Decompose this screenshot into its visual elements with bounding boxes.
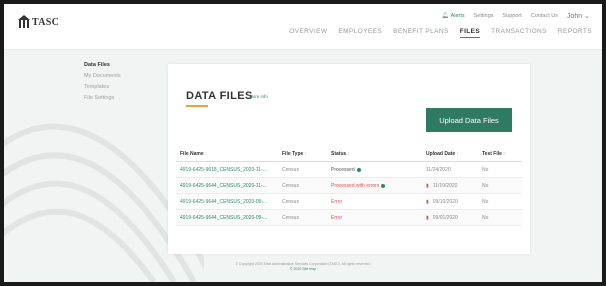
warning-icon: ▮	[426, 215, 429, 221]
site-map-link[interactable]: © 2020 Site map	[4, 267, 602, 272]
status-cell[interactable]: Error	[331, 194, 342, 210]
upload-date-value: 11/10/2020	[432, 183, 458, 189]
sidebar-item-my-documents[interactable]: My Documents	[84, 73, 121, 79]
file-name-link[interactable]: 4919-6425-9644_CENSUS_2020-09-...	[180, 194, 267, 210]
nav-reports[interactable]: REPORTS	[558, 28, 592, 38]
page-footer: © Copyright 2020 Total Administrative Se…	[4, 262, 602, 272]
tasc-logo-icon	[18, 15, 30, 28]
file-name-link[interactable]: 4919-6425-9644_CENSUS_2020-11-...	[180, 178, 267, 194]
test-file-cell: No	[482, 199, 489, 205]
data-files-table: File Name ↕ File Type ↕ Status ↕ Upload Dat…	[176, 146, 522, 226]
more-info-link[interactable]: More info	[249, 94, 268, 99]
test-file-cell: No	[482, 215, 489, 221]
upload-date-value: 09/01/2020	[432, 215, 458, 221]
upload-date-cell: ▮ 09/10/2020	[426, 194, 458, 210]
sort-icon: ↕	[502, 151, 506, 157]
table-row: 4919-6425-9618_CENSUS_2020-11-... Census…	[176, 162, 522, 178]
table-row: 4919-6425-9644_CENSUS_2020-11-... Census…	[176, 178, 522, 194]
success-dot-icon	[356, 168, 361, 172]
support-link[interactable]: Support	[503, 13, 522, 19]
column-header-file-name[interactable]: File Name ↕	[180, 146, 207, 162]
header-label: Test File	[482, 151, 502, 157]
nav-overview[interactable]: OVERVIEW	[289, 28, 327, 38]
nav-transactions[interactable]: TRANSACTIONS	[491, 28, 547, 38]
user-name: John	[566, 13, 583, 20]
test-file-cell: No	[482, 167, 489, 173]
user-menu[interactable]: John ⌄	[567, 12, 590, 20]
status-label: Error	[331, 215, 343, 221]
title-underline	[186, 105, 208, 107]
sort-icon: ↕	[347, 151, 350, 157]
brand-name: TASC	[32, 16, 60, 28]
warning-icon: ▮	[426, 199, 429, 205]
column-header-upload-date[interactable]: Upload Date ↕	[426, 146, 459, 162]
page-title: DATA FILES	[186, 90, 253, 102]
nav-files[interactable]: FILES	[459, 28, 481, 38]
sort-icon: ↕	[304, 151, 307, 157]
success-dot-icon	[381, 184, 386, 188]
settings-link[interactable]: Settings	[474, 13, 494, 19]
header-label: Status	[331, 151, 347, 157]
file-name-link[interactable]: 4919-6425-9618_CENSUS_2020-11-...	[180, 162, 267, 178]
table-header-row: File Name ↕ File Type ↕ Status ↕ Upload Dat…	[176, 146, 522, 162]
status-cell: Processed	[331, 162, 361, 178]
main-nav: OVERVIEW EMPLOYEES BENEFIT PLANS FILES T…	[289, 28, 592, 38]
upload-date-cell: 11/24/2020	[426, 167, 451, 173]
file-name-link[interactable]: 4919-6425-9644_CENSUS_2020-09-...	[180, 210, 267, 226]
upload-date-cell: ▮ 09/01/2020	[426, 210, 458, 226]
nav-employees[interactable]: EMPLOYEES	[338, 28, 382, 38]
file-type-cell: Census	[282, 215, 299, 221]
utility-nav: 🔔︎ Alerts Settings Support Contact Us Jo…	[442, 12, 590, 20]
file-type-cell: Census	[282, 199, 299, 205]
warning-icon: ▮	[426, 183, 429, 189]
nav-benefit-plans[interactable]: BENEFIT PLANS	[393, 28, 449, 38]
status-label: Error	[331, 199, 343, 205]
sidebar-item-file-settings[interactable]: File Settings	[84, 95, 121, 101]
sidebar-item-templates[interactable]: Templates	[84, 84, 121, 90]
sort-icon: ↕	[456, 151, 459, 157]
table-row: 4919-6425-9644_CENSUS_2020-09-... Census…	[176, 194, 522, 210]
brand-logo[interactable]: TASC	[18, 15, 59, 29]
data-files-card: DATA FILES More info Upload Data Files F…	[168, 64, 530, 254]
upload-data-files-button[interactable]: Upload Data Files	[426, 108, 512, 132]
contact-link[interactable]: Contact Us	[531, 13, 558, 19]
column-header-test-file[interactable]: Test File ↕	[482, 146, 505, 162]
column-header-file-type[interactable]: File Type ↕	[282, 146, 307, 162]
status-label: Processed with errors	[331, 183, 380, 189]
status-cell[interactable]: Processed with errors	[331, 178, 386, 194]
app-window: TASC 🔔︎ Alerts Settings Support Contact …	[4, 4, 602, 282]
files-sidebar: Data Files My Documents Templates File S…	[84, 62, 121, 101]
upload-date-cell: ▮ 11/10/2020	[426, 178, 457, 194]
column-header-status[interactable]: Status ↕	[331, 146, 350, 162]
bell-icon: 🔔︎	[441, 13, 449, 19]
alerts-link[interactable]: 🔔︎ Alerts	[442, 13, 465, 19]
header-label: Upload Date	[426, 151, 456, 157]
table-row: 4919-6425-9644_CENSUS_2020-09-... Census…	[176, 210, 522, 226]
upload-date-value: 09/10/2020	[432, 199, 458, 205]
alerts-label: Alerts	[450, 13, 465, 19]
sort-icon: ↕	[204, 151, 208, 157]
file-type-cell: Census	[282, 167, 299, 173]
header-label: File Type	[282, 151, 304, 157]
header-label: File Name	[180, 151, 204, 157]
file-type-cell: Census	[282, 183, 299, 189]
top-header: TASC 🔔︎ Alerts Settings Support Contact …	[4, 4, 602, 50]
test-file-cell: No	[482, 183, 489, 189]
status-label: Processed	[331, 167, 355, 173]
chevron-down-icon: ⌄	[584, 13, 590, 20]
sidebar-item-data-files[interactable]: Data Files	[84, 62, 121, 68]
status-cell[interactable]: Error	[331, 210, 342, 226]
